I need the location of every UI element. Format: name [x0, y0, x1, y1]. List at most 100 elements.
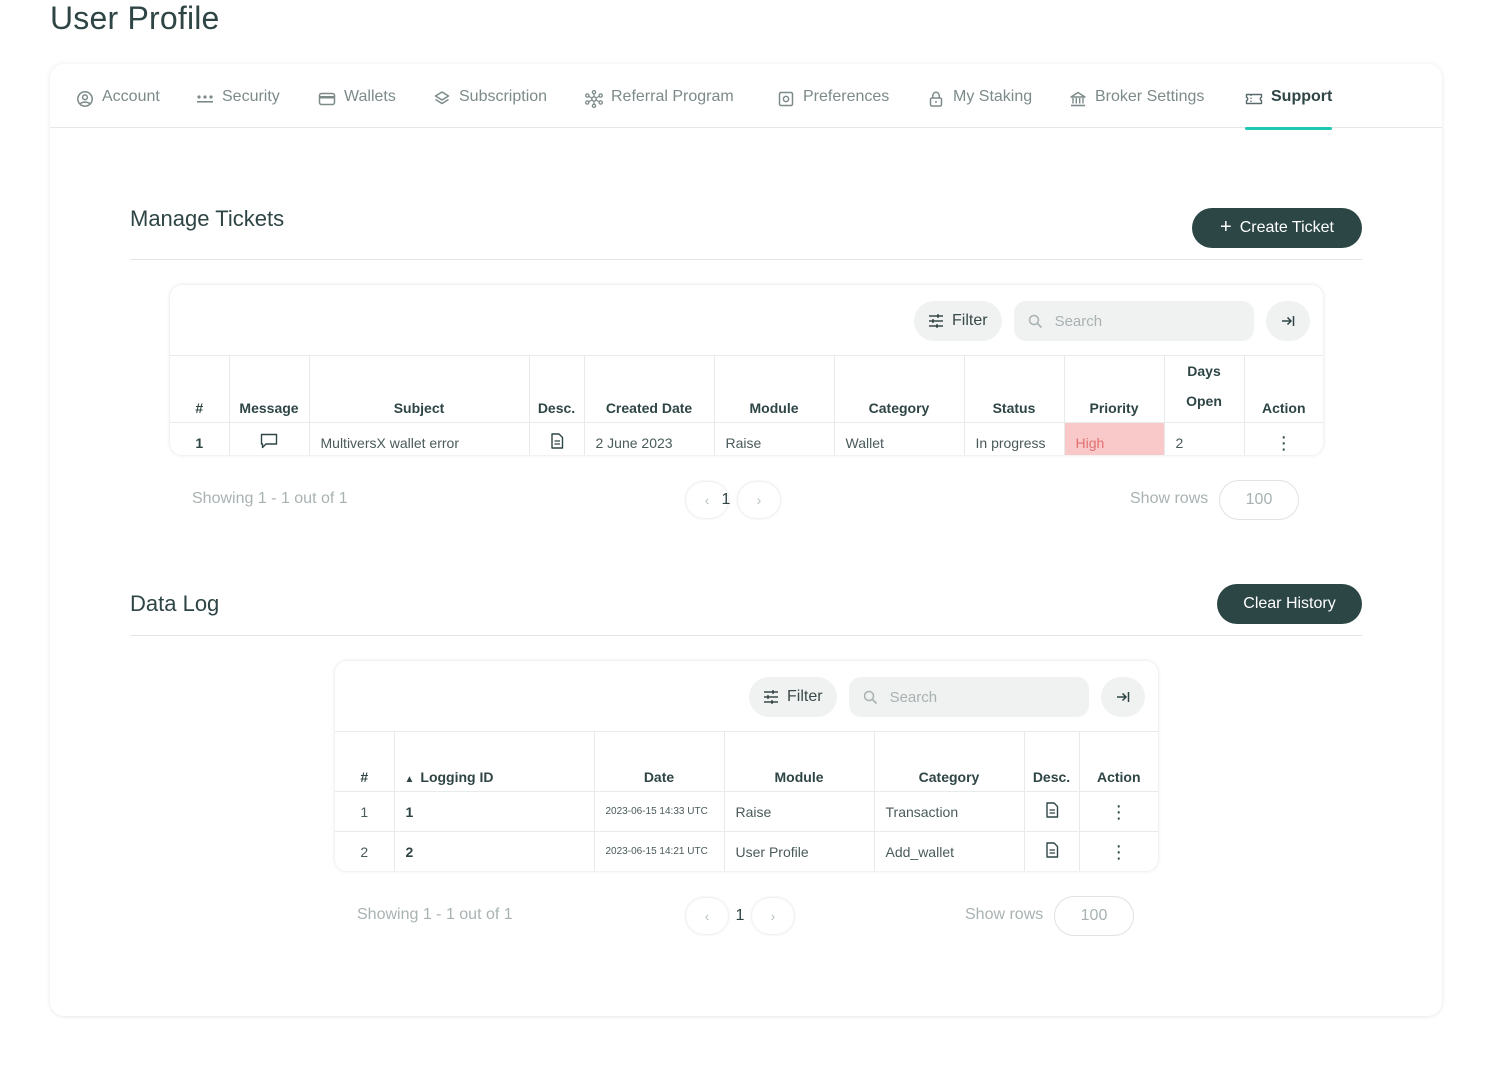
rows-per-page-value: 100	[1080, 907, 1108, 924]
tab-label: Security	[222, 88, 280, 105]
more-vertical-icon[interactable]: ⋮	[1110, 843, 1128, 861]
rows-per-page-select[interactable]: 100	[1219, 480, 1299, 520]
cell-num: 1	[170, 422, 230, 455]
more-vertical-icon[interactable]: ⋮	[1275, 434, 1293, 452]
datalog-pagination: Showing 1 - 1 out of 1 ‹ 1 › Show rows 1…	[335, 896, 1158, 936]
chevron-left-icon: ‹	[704, 492, 710, 508]
cell-module: Raise	[724, 791, 875, 832]
datalog-table: # ▲ Logging ID Date Module Category Desc.…	[335, 731, 1158, 871]
table-row[interactable]: 1 MultiversX wallet error 2 June 2023 Ra…	[170, 422, 1323, 455]
tab-broker-settings[interactable]: Broker Settings	[1069, 88, 1204, 128]
tab-security[interactable]: Security	[196, 88, 280, 128]
col-header-line: Days	[1187, 363, 1221, 379]
filter-button[interactable]: Filter	[749, 677, 837, 717]
cell-module: User Profile	[724, 831, 875, 871]
tab-label: Support	[1271, 88, 1333, 105]
next-page-button[interactable]: ›	[738, 482, 780, 518]
col-header: Category	[834, 355, 965, 423]
col-header: Created Date	[584, 355, 715, 423]
rows-per-page-select[interactable]: 100	[1054, 896, 1134, 936]
chevron-right-icon: ›	[756, 492, 762, 508]
cell-category: Transaction	[874, 791, 1025, 832]
chevron-right-icon: ›	[770, 908, 776, 924]
col-header: #	[170, 355, 230, 423]
table-row[interactable]: 1 1 2023-06-15 14:33 UTC Raise Transacti…	[335, 791, 1158, 832]
col-header: Action	[1244, 355, 1323, 423]
tab-preferences[interactable]: Preferences	[777, 88, 889, 128]
tab-account[interactable]: Account	[76, 88, 160, 128]
rows-per-page-value: 100	[1245, 491, 1273, 508]
tab-label: Preferences	[803, 88, 890, 105]
cell-logging-id: 2	[394, 831, 595, 871]
document-icon	[1045, 842, 1058, 858]
search-box	[1013, 301, 1254, 341]
col-header: Desc.	[529, 355, 585, 423]
tab-label: Broker Settings	[1095, 88, 1205, 105]
next-page-button[interactable]: ›	[752, 898, 794, 934]
col-header-logging-id[interactable]: ▲ Logging ID	[394, 731, 595, 792]
cell-subject: MultiversX wallet error	[309, 422, 530, 455]
plus-icon: +	[1220, 216, 1232, 238]
section-divider	[130, 259, 1362, 260]
filter-button[interactable]: Filter	[914, 301, 1002, 341]
cell-date: 2023-06-15 14:21 UTC	[594, 831, 725, 871]
bank-icon	[1070, 91, 1086, 107]
tab-wallets[interactable]: Wallets	[318, 88, 396, 128]
cell-date: 2023-06-15 14:33 UTC	[594, 791, 725, 832]
sort-asc-icon: ▲	[404, 774, 415, 785]
cell-status: In progress	[964, 422, 1065, 455]
cell-desc[interactable]	[529, 422, 585, 455]
more-vertical-icon[interactable]: ⋮	[1110, 803, 1128, 821]
tab-referral-program[interactable]: Referral Program	[585, 88, 734, 128]
search-input[interactable]	[889, 688, 1070, 706]
prev-page-button[interactable]: ‹	[686, 898, 728, 934]
col-header: Module	[724, 731, 875, 792]
cell-category: Wallet	[834, 422, 965, 455]
create-ticket-button[interactable]: + Create Ticket	[1192, 208, 1362, 248]
tickets-table-card: Filter # Message Subject Desc. Created	[170, 285, 1323, 455]
col-header: Module	[714, 355, 835, 423]
table-row[interactable]: 2 2 2023-06-15 14:21 UTC User Profile Ad…	[335, 831, 1158, 872]
clear-history-label: Clear History	[1243, 595, 1336, 612]
col-header: Action	[1079, 731, 1158, 792]
lock-icon	[929, 91, 943, 107]
tickets-table: # Message Subject Desc. Created Date Mod…	[170, 355, 1323, 455]
export-button[interactable]	[1100, 677, 1145, 717]
cell-days-open: 2	[1164, 422, 1245, 455]
cell-message[interactable]	[229, 422, 310, 455]
pager: ‹ 1 ›	[686, 480, 780, 520]
search-icon	[1028, 314, 1042, 328]
cell-desc[interactable]	[1024, 831, 1080, 871]
data-log-title: Data Log	[130, 591, 220, 616]
show-rows-label: Show rows	[965, 906, 1044, 923]
profile-card: Account Security Wallets Subscription Re…	[50, 64, 1442, 1016]
col-header: Desc.	[1024, 731, 1080, 792]
cell-module: Raise	[714, 422, 835, 455]
col-header: Priority	[1064, 355, 1165, 423]
cell-desc[interactable]	[1024, 791, 1080, 832]
col-header: Message	[229, 355, 310, 423]
create-ticket-label: Create Ticket	[1239, 219, 1334, 236]
filter-label: Filter	[952, 312, 988, 329]
col-header-line: Open	[1186, 393, 1222, 409]
cell-logging-id: 1	[394, 791, 595, 832]
document-icon	[550, 433, 563, 449]
export-button[interactable]	[1265, 301, 1310, 341]
tab-support[interactable]: Support	[1245, 88, 1333, 130]
sliders-icon	[929, 314, 943, 328]
datalog-toolbar: Filter	[749, 677, 1145, 717]
manage-tickets-title: Manage Tickets	[130, 206, 285, 231]
page-title: User Profile	[50, 0, 220, 36]
ticket-icon	[1245, 93, 1263, 105]
col-header: Date	[594, 731, 725, 792]
tab-subscription[interactable]: Subscription	[433, 88, 547, 128]
showing-text: Showing 1 - 1 out of 1	[192, 490, 348, 507]
arrow-to-right-icon	[1281, 316, 1294, 326]
search-icon	[863, 690, 877, 704]
clear-history-button[interactable]: Clear History	[1217, 584, 1362, 624]
search-input[interactable]	[1054, 312, 1235, 330]
tab-my-staking[interactable]: My Staking	[927, 88, 1032, 128]
cell-action: ⋮	[1079, 832, 1158, 872]
layers-icon	[434, 91, 450, 105]
showing-text: Showing 1 - 1 out of 1	[357, 906, 513, 923]
